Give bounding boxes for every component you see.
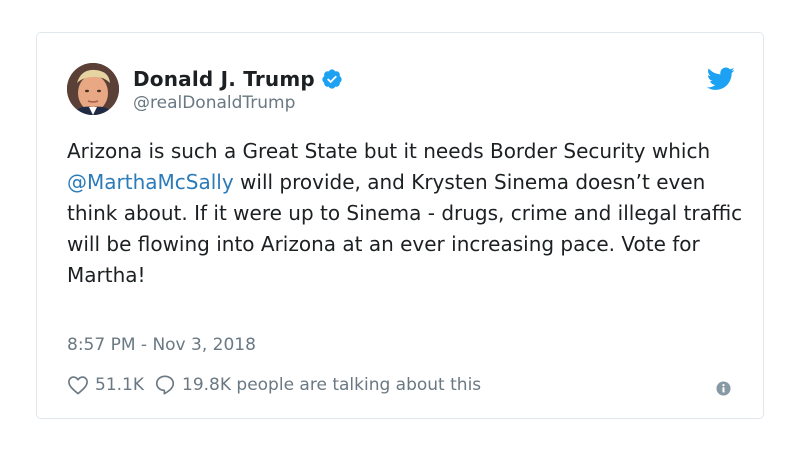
heart-icon <box>68 376 88 395</box>
avatar-portrait-image <box>67 63 119 115</box>
tweet-text-part: Arizona is such a Great State but it nee… <box>67 139 711 163</box>
twitter-bird-icon[interactable] <box>707 67 735 91</box>
verified-badge-icon <box>322 69 342 89</box>
author-handle[interactable]: @realDonaldTrump <box>133 93 343 113</box>
author-display-name[interactable]: Donald J. Trump <box>133 67 315 91</box>
conversation-button[interactable]: 19.8K people are talking about this <box>154 374 481 396</box>
tweet-actions: 51.1K 19.8K people are talking about thi… <box>67 374 491 396</box>
conversation-count-label: 19.8K people are talking about this <box>182 375 482 395</box>
avatar[interactable] <box>67 63 119 115</box>
tweet-timestamp[interactable]: 8:57 PM - Nov 3, 2018 <box>67 335 256 355</box>
info-icon[interactable] <box>716 381 731 396</box>
tweet-text: Arizona is such a Great State but it nee… <box>67 136 747 291</box>
author-name-row: Donald J. Trump <box>133 66 343 92</box>
like-button[interactable]: 51.1K <box>67 375 144 395</box>
mention-link[interactable]: @MarthaMcSally <box>67 170 234 194</box>
like-count: 51.1K <box>95 375 144 395</box>
tweet-card: Donald J. Trump @realDonaldTrump Arizona… <box>36 32 764 419</box>
speech-bubble-icon <box>155 375 175 395</box>
author-block: Donald J. Trump @realDonaldTrump <box>133 66 343 113</box>
